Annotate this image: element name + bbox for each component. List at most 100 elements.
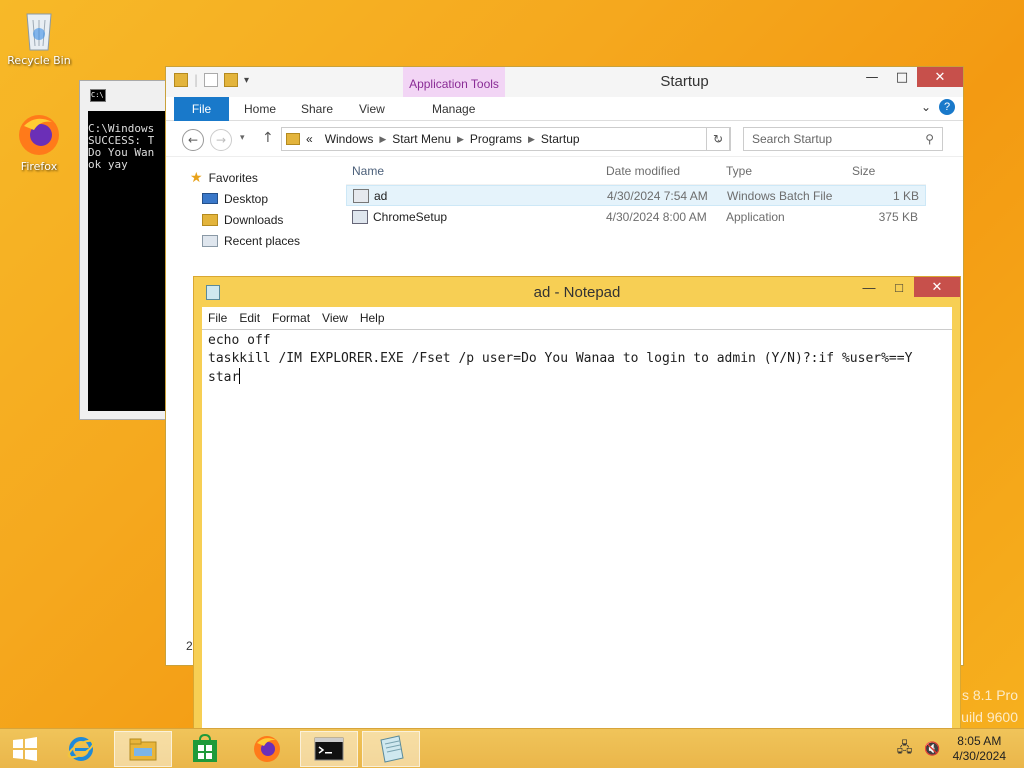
internet-explorer-icon	[67, 737, 95, 761]
text-line: echo off	[208, 333, 271, 348]
file-row-ad[interactable]: ad 4/30/2024 7:54 AM Windows Batch File …	[346, 185, 926, 206]
nav-item-desktop[interactable]: Desktop	[190, 188, 300, 209]
minimize-button[interactable]: —	[857, 67, 887, 87]
watermark-build: uild 9600	[961, 709, 1018, 725]
system-tray: 🖧 🔇 8:05 AM 4/30/2024	[897, 729, 1024, 768]
menu-bar: File Edit Format View Help	[202, 307, 952, 329]
breadcrumb-overflow[interactable]: «	[306, 132, 313, 146]
taskbar: 🖧 🔇 8:05 AM 4/30/2024	[0, 728, 1024, 768]
file-name: ChromeSetup	[373, 209, 448, 224]
nav-item-recent-places[interactable]: Recent places	[190, 230, 300, 251]
window-controls: — □ ✕	[854, 277, 960, 297]
command-prompt-icon	[314, 737, 344, 761]
breadcrumb-windows[interactable]: Windows	[325, 132, 374, 146]
menu-file[interactable]: File	[208, 311, 227, 325]
breadcrumb-programs[interactable]: Programs	[470, 132, 522, 146]
taskbar-command-prompt[interactable]	[300, 731, 358, 767]
watermark-edition: s 8.1 Pro	[961, 687, 1018, 703]
window-controls: — □ ✕	[857, 67, 963, 87]
downloads-icon	[202, 213, 218, 226]
taskbar-store[interactable]	[176, 731, 234, 767]
command-prompt-titlebar[interactable]: C:\	[80, 81, 178, 111]
chevron-right-icon[interactable]: ▶	[457, 134, 464, 145]
text-editor[interactable]: echo off taskkill /IM EXPLORER.EXE /Fset …	[202, 329, 952, 735]
firefox-icon	[254, 736, 280, 762]
file-explorer-icon	[129, 738, 157, 761]
notepad-window[interactable]: ad - Notepad — □ ✕ File Edit Format View…	[193, 276, 961, 736]
menu-view[interactable]: View	[322, 311, 348, 325]
taskbar-file-explorer[interactable]	[114, 731, 172, 767]
menu-format[interactable]: Format	[272, 311, 310, 325]
taskbar-notepad[interactable]	[362, 731, 420, 767]
file-name-cell: ChromeSetup	[346, 209, 606, 224]
column-type[interactable]: Type	[726, 164, 846, 178]
window-title: ad - Notepad	[533, 284, 621, 301]
menu-help[interactable]: Help	[360, 311, 385, 325]
close-button[interactable]: ✕	[917, 67, 963, 87]
maximize-button[interactable]: □	[884, 277, 914, 297]
chevron-right-icon[interactable]: ▶	[528, 134, 535, 145]
nav-favorites[interactable]: ★ Favorites	[190, 167, 300, 188]
desktop-icon-firefox[interactable]: Firefox	[1, 112, 77, 173]
search-input[interactable]: Search Startup ⚲	[743, 127, 943, 151]
store-icon	[193, 734, 217, 762]
up-button[interactable]: ↑	[262, 130, 274, 146]
help-icon[interactable]: ?	[939, 99, 955, 115]
tab-share[interactable]: Share	[301, 102, 333, 116]
firefox-icon	[16, 112, 62, 158]
command-prompt-window[interactable]: C:\ C:\Windows SUCCESS: T Do You Wan ok …	[79, 80, 179, 420]
desktop-icon-recycle-bin[interactable]: Recycle Bin	[1, 6, 77, 67]
column-name[interactable]: Name	[346, 164, 606, 178]
notepad-titlebar[interactable]: ad - Notepad — □ ✕	[194, 277, 960, 307]
file-row-chromesetup[interactable]: ChromeSetup 4/30/2024 8:00 AM Applicatio…	[346, 206, 926, 227]
back-button[interactable]: ←	[182, 129, 204, 151]
start-button[interactable]	[0, 731, 50, 767]
navigation-pane: ★ Favorites Desktop Downloads Recent pla…	[190, 167, 300, 251]
nav-favorites-label: Favorites	[208, 170, 258, 185]
volume-muted-icon[interactable]: 🔇	[924, 741, 940, 757]
status-bar-count: 2	[186, 639, 193, 653]
folder-icon	[286, 133, 300, 145]
menu-edit[interactable]: Edit	[239, 311, 260, 325]
clock[interactable]: 8:05 AM 4/30/2024	[953, 734, 1006, 764]
forward-button[interactable]: →	[210, 129, 232, 151]
maximize-button[interactable]: □	[887, 67, 917, 87]
network-icon[interactable]: 🖧	[897, 737, 913, 761]
minimize-button[interactable]: —	[854, 277, 884, 297]
explorer-titlebar[interactable]: | ▾ Application Tools Startup — □ ✕	[166, 67, 963, 97]
expand-ribbon-icon[interactable]: ⌄	[921, 100, 931, 114]
address-bar[interactable]: « Windows ▶ Start Menu ▶ Programs ▶ Star…	[281, 127, 731, 151]
tab-view[interactable]: View	[359, 102, 385, 116]
text-caret	[239, 368, 241, 384]
firefox-label: Firefox	[20, 160, 58, 173]
search-placeholder: Search Startup	[752, 132, 833, 146]
tab-manage[interactable]: Manage	[432, 102, 475, 116]
desktop-icon	[202, 193, 218, 204]
text-line-current: star	[208, 368, 946, 387]
breadcrumb-startup[interactable]: Startup	[541, 132, 580, 146]
taskbar-firefox[interactable]	[238, 731, 296, 767]
column-size[interactable]: Size	[846, 164, 918, 178]
ribbon-tabs: File Home Share View Manage ⌄ ?	[166, 97, 963, 121]
tab-home[interactable]: Home	[244, 102, 276, 116]
recent-locations-icon[interactable]: ▾	[240, 133, 245, 143]
breadcrumb-start-menu[interactable]: Start Menu	[392, 132, 451, 146]
recycle-bin-icon	[21, 6, 57, 52]
address-row: ← → ▾ ↑ « Windows ▶ Start Menu ▶ Program…	[166, 121, 963, 157]
refresh-button[interactable]: ↻	[706, 127, 730, 151]
recent-places-icon	[202, 234, 218, 247]
nav-item-downloads[interactable]: Downloads	[190, 209, 300, 230]
search-icon: ⚲	[925, 132, 934, 146]
notepad-icon	[380, 735, 404, 763]
recycle-bin-label: Recycle Bin	[7, 54, 71, 67]
chevron-right-icon[interactable]: ▶	[379, 134, 386, 145]
close-button[interactable]: ✕	[914, 277, 960, 297]
column-date-modified[interactable]: Date modified	[606, 164, 726, 178]
tab-file[interactable]: File	[174, 97, 229, 121]
batch-file-icon	[353, 188, 369, 203]
clock-time: 8:05 AM	[957, 734, 1002, 748]
windows-logo-icon	[13, 737, 37, 761]
window-title: Startup	[660, 73, 709, 90]
nav-item-label: Recent places	[224, 233, 301, 248]
taskbar-internet-explorer[interactable]	[52, 731, 110, 767]
